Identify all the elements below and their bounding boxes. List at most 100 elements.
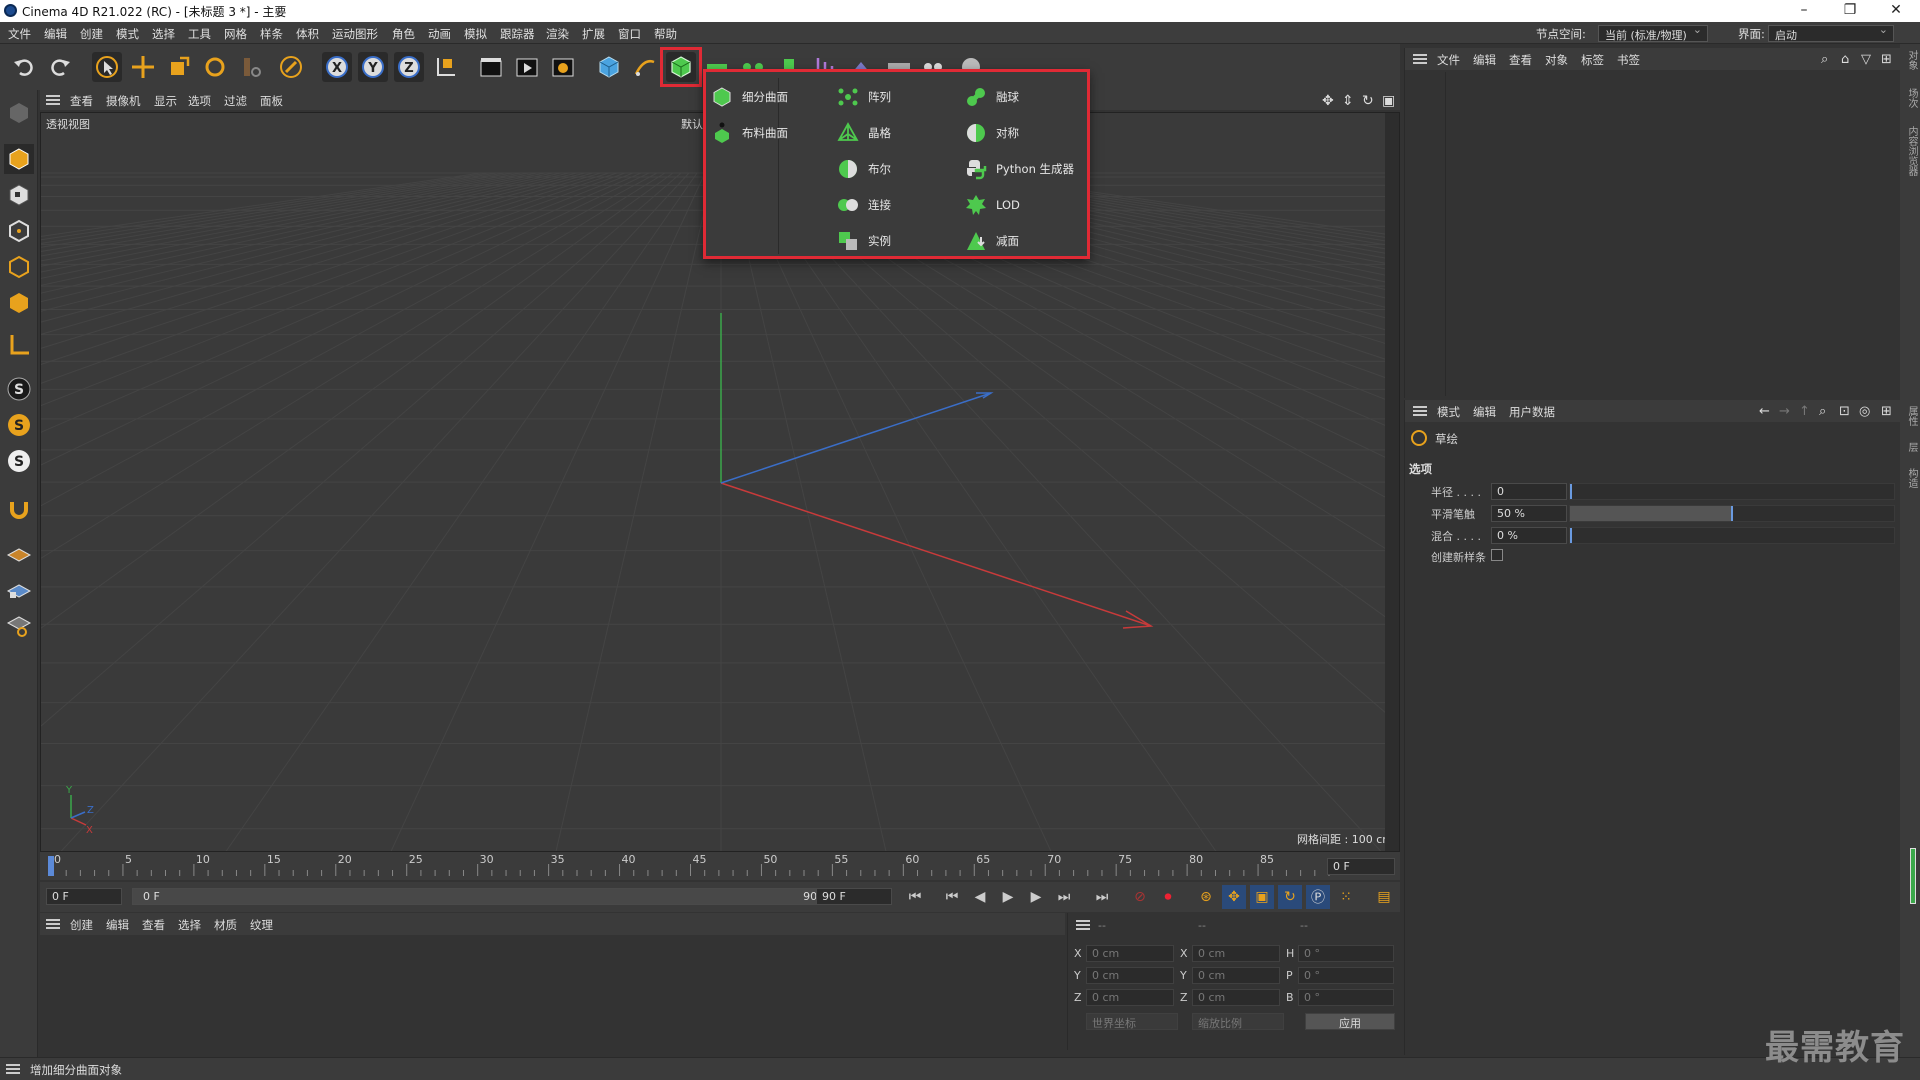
texture-mode-button[interactable] — [4, 180, 34, 210]
popup-item-subdivision-surface[interactable]: 细分曲面 — [710, 82, 788, 112]
viewport-rotate-icon[interactable]: ↻ — [1362, 93, 1374, 109]
tab-layers[interactable]: 层 — [1904, 442, 1919, 452]
world-coordinates-select[interactable]: 世界坐标 — [1086, 1013, 1178, 1030]
menu-window[interactable]: 窗口 — [618, 26, 641, 42]
object-menu-view[interactable]: 查看 — [1509, 52, 1532, 68]
object-search-icon[interactable]: ⌕ — [1821, 52, 1828, 67]
object-filter-icon[interactable]: ▽ — [1861, 52, 1871, 67]
menu-character[interactable]: 角色 — [392, 26, 415, 42]
tab-objects[interactable]: 对象 — [1904, 50, 1919, 70]
next-frame-button[interactable]: ▶ — [1024, 885, 1048, 909]
object-menu-bookmarks[interactable]: 书签 — [1617, 52, 1640, 68]
record-active-button[interactable]: ⊘ — [1128, 885, 1152, 909]
edge-mode-button[interactable] — [4, 252, 34, 282]
start-frame-field[interactable]: 0 F — [46, 888, 122, 905]
timeline-ruler[interactable]: 051015202530354045505560657075808590 0 F — [40, 852, 1400, 880]
lock-workplane-button[interactable] — [4, 574, 34, 604]
material-menu-material[interactable]: 材质 — [214, 917, 237, 933]
popup-item-polygon-reduction[interactable]: 减面 — [964, 226, 1019, 256]
model-mode-button[interactable] — [4, 144, 34, 174]
attr-field-slider[interactable] — [1569, 527, 1895, 544]
viewport-pan-icon[interactable]: ✥ — [1322, 93, 1334, 109]
scale-tool-button[interactable] — [164, 52, 194, 82]
viewport-scrollbar[interactable] — [1385, 113, 1399, 851]
attr-field-slider[interactable] — [1569, 483, 1895, 500]
material-hamburger-icon[interactable] — [46, 919, 60, 929]
attr-new-window-icon[interactable]: ⊞ — [1881, 404, 1892, 419]
polygon-mode-button[interactable] — [4, 288, 34, 318]
viewport-maximize-icon[interactable]: ▣ — [1382, 93, 1395, 109]
menu-tools[interactable]: 工具 — [188, 26, 211, 42]
menu-spline[interactable]: 样条 — [260, 26, 283, 42]
attr-field-input[interactable]: 0 % — [1491, 527, 1567, 544]
menu-create[interactable]: 创建 — [80, 26, 103, 42]
tab-attributes[interactable]: 属性 — [1904, 406, 1919, 426]
render-picture-viewer-button[interactable] — [512, 52, 542, 82]
popup-item-metaball[interactable]: 融球 — [964, 82, 1019, 112]
object-hamburger-icon[interactable] — [1413, 54, 1427, 64]
x-axis-lock-button[interactable]: X — [322, 52, 352, 82]
viewport-menu-panel[interactable]: 面板 — [260, 93, 283, 109]
undo-button[interactable] — [10, 52, 40, 82]
popup-item-atom-array[interactable]: 晶格 — [836, 118, 891, 148]
popup-item-instance[interactable]: 实例 — [836, 226, 891, 256]
material-list-area[interactable] — [40, 935, 1065, 1050]
key-position-button[interactable]: ✥ — [1222, 885, 1246, 909]
sketch-tool-button[interactable] — [276, 52, 306, 82]
key-scale-button[interactable]: ▣ — [1250, 885, 1274, 909]
layout-select[interactable]: 启动 — [1768, 23, 1894, 42]
maximize-button[interactable]: ❐ — [1827, 0, 1873, 22]
attr-forward-icon[interactable]: → — [1779, 404, 1790, 419]
popup-item-lod[interactable]: LOD — [964, 190, 1020, 220]
snap-settings-button[interactable]: S — [4, 410, 34, 440]
coordinate-system-button[interactable] — [430, 52, 460, 82]
make-editable-button[interactable] — [4, 98, 34, 128]
z-axis-lock-button[interactable]: Z — [394, 52, 424, 82]
attr-menu-edit[interactable]: 编辑 — [1473, 404, 1496, 420]
menu-help[interactable]: 帮助 — [654, 26, 677, 42]
material-menu-create[interactable]: 创建 — [70, 917, 93, 933]
menu-select[interactable]: 选择 — [152, 26, 175, 42]
axis-mode-button[interactable] — [4, 330, 34, 360]
attr-field-slider[interactable] — [1569, 505, 1895, 522]
attr-field-input[interactable]: 50 % — [1491, 505, 1567, 522]
redo-button[interactable] — [44, 52, 74, 82]
rot-b-field[interactable]: 0 ° — [1298, 989, 1394, 1006]
tab-structure[interactable]: 构造 — [1904, 468, 1919, 488]
status-hamburger-icon[interactable] — [6, 1064, 20, 1074]
popup-item-cloth-surface[interactable]: 布料曲面 — [710, 118, 788, 148]
apply-button[interactable]: 应用 — [1305, 1013, 1395, 1030]
popup-item-boole[interactable]: 布尔 — [836, 154, 891, 184]
key-pla-button[interactable]: ⁙ — [1334, 885, 1358, 909]
close-button[interactable]: ✕ — [1873, 0, 1919, 22]
object-new-window-icon[interactable]: ⊞ — [1881, 52, 1892, 67]
next-key-button[interactable]: ⏭ — [1052, 885, 1076, 909]
autokey-button[interactable]: ⏺ — [1156, 885, 1180, 909]
menu-render[interactable]: 渲染 — [546, 26, 569, 42]
timeline-window-button[interactable]: ▤ — [1372, 885, 1396, 909]
previous-key-button[interactable]: ⏮ — [940, 885, 964, 909]
keyframe-selection-button[interactable]: ⊛ — [1194, 885, 1218, 909]
object-menu-edit[interactable]: 编辑 — [1473, 52, 1496, 68]
viewport-menu-display[interactable]: 显示 — [154, 93, 177, 109]
size-y-field[interactable]: 0 cm — [1192, 967, 1280, 984]
cube-object-button[interactable] — [594, 52, 624, 82]
material-menu-select[interactable]: 选择 — [178, 917, 201, 933]
tab-takes[interactable]: 场次 — [1904, 88, 1919, 108]
popup-item-symmetry[interactable]: 对称 — [964, 118, 1019, 148]
key-rotation-button[interactable]: ↻ — [1278, 885, 1302, 909]
attr-menu-mode[interactable]: 模式 — [1437, 404, 1460, 420]
menu-animate[interactable]: 动画 — [428, 26, 451, 42]
go-to-end-button[interactable]: ⏭ — [1090, 885, 1114, 909]
recent-tool-button[interactable] — [236, 52, 266, 82]
viewport-menu-options[interactable]: 选项 — [188, 93, 211, 109]
object-menu-objects[interactable]: 对象 — [1545, 52, 1568, 68]
tab-content-browser[interactable]: 内容浏览器 — [1904, 126, 1919, 176]
menu-simulate[interactable]: 模拟 — [464, 26, 487, 42]
snap-button[interactable]: S — [4, 374, 34, 404]
play-button[interactable]: ▶ — [996, 885, 1020, 909]
material-menu-edit[interactable]: 编辑 — [106, 917, 129, 933]
quantize-button[interactable]: S — [4, 446, 34, 476]
size-z-field[interactable]: 0 cm — [1192, 989, 1280, 1006]
popup-item-array[interactable]: 阵列 — [836, 82, 891, 112]
